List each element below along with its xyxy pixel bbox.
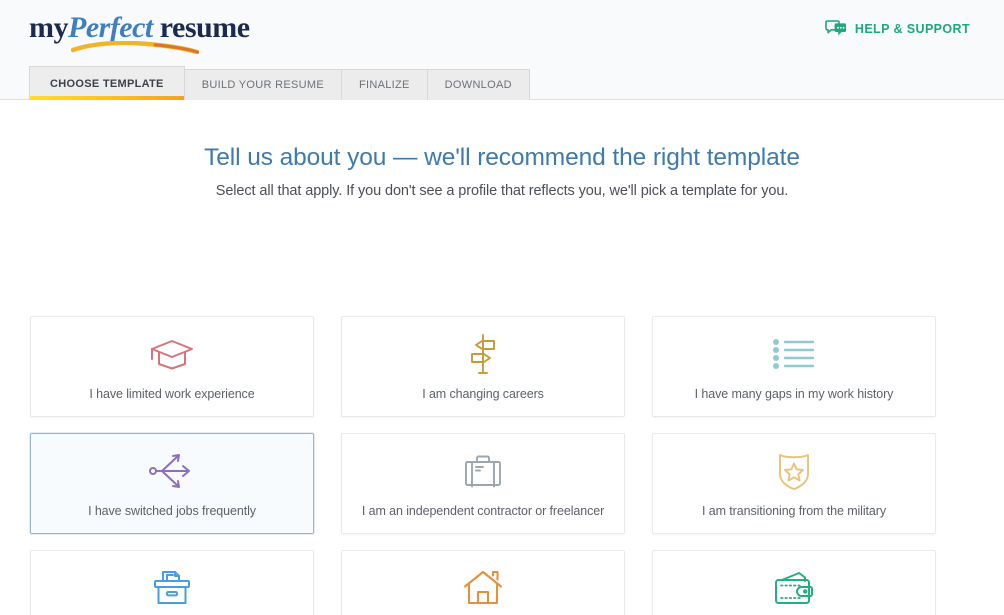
main-content: Tell us about you — we'll recommend the … <box>0 100 1004 615</box>
card-label: I have switched jobs frequently <box>88 504 256 518</box>
logo-resume-text: resume <box>159 11 250 44</box>
card-care-for-family-members[interactable]: I took time off to care for family membe… <box>341 550 625 615</box>
tab-choose-template[interactable]: CHOOSE TEMPLATE <box>29 66 185 100</box>
briefcase-icon <box>461 447 505 495</box>
tab-download[interactable]: DOWNLOAD <box>427 69 530 100</box>
tab-build-your-resume[interactable]: BUILD YOUR RESUME <box>184 69 342 100</box>
tab-finalize[interactable]: FINALIZE <box>341 69 428 100</box>
card-independent-contractor[interactable]: I am an independent contractor or freela… <box>341 433 625 534</box>
logo-swoosh-icon <box>71 41 199 54</box>
progress-tabs: CHOOSE TEMPLATE BUILD YOUR RESUME FINALI… <box>29 66 530 100</box>
help-and-support-link[interactable]: HELP & SUPPORT <box>825 20 970 38</box>
profile-card-grid: I have limited work experience I am chan… <box>30 316 974 615</box>
card-gaps-in-work-history[interactable]: I have many gaps in my work history <box>652 316 936 417</box>
card-changing-careers[interactable]: I am changing careers <box>341 316 625 417</box>
shield-star-icon <box>774 447 814 495</box>
card-label: I am transitioning from the military <box>702 504 886 518</box>
bullet-list-icon <box>771 330 817 378</box>
page-subtitle: Select all that apply. If you don't see … <box>215 183 789 199</box>
help-and-support-label: HELP & SUPPORT <box>854 22 970 36</box>
logo-my-text: my <box>29 11 69 44</box>
card-limited-work-experience[interactable]: I have limited work experience <box>30 316 314 417</box>
page-title: Tell us about you — we'll recommend the … <box>204 144 800 171</box>
site-header: myPerfect resume HELP & SUPPORT CHOOSE T… <box>0 0 1004 100</box>
logo-perfect-text: Perfect <box>68 11 153 44</box>
wallet-icon <box>771 564 817 612</box>
card-transitioning-from-military[interactable]: I am transitioning from the military <box>652 433 936 534</box>
signpost-icon <box>463 330 503 378</box>
card-label: I have many gaps in my work history <box>694 387 894 401</box>
card-switched-jobs-frequently[interactable]: I have switched jobs frequently <box>30 433 314 534</box>
card-label: I am changing careers <box>422 387 544 401</box>
card-background-check[interactable]: I'm concerned about my background check <box>30 550 314 615</box>
card-label: I am an independent contractor or freela… <box>361 504 605 518</box>
card-credit-check[interactable]: I'm concerned about my credit check <box>652 550 936 615</box>
chat-bubbles-icon <box>825 20 846 36</box>
branching-arrows-icon <box>148 447 196 495</box>
brand-logo[interactable]: myPerfect resume <box>29 11 250 54</box>
card-label: I have limited work experience <box>89 387 255 401</box>
house-icon <box>462 564 504 612</box>
graduation-cap-icon <box>148 330 196 378</box>
file-box-icon <box>150 564 194 612</box>
